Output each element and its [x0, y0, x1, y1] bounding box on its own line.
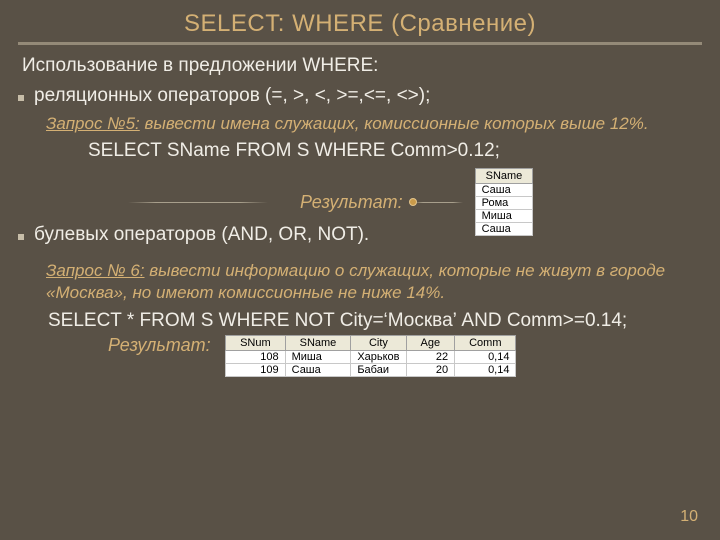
intro-text: Использование в предложении WHERE: [18, 55, 702, 77]
sql-query-1: SELECT SName FROM S WHERE Comm>0.12; [88, 140, 702, 162]
t1-cell: Миша [475, 210, 533, 223]
title-divider [18, 42, 702, 45]
bullet-icon [18, 234, 24, 240]
t2-c: 109 [226, 363, 286, 376]
bullet-icon [18, 95, 24, 101]
page-number: 10 [680, 508, 698, 526]
bullet-text: реляционных операторов (=, >, <, >=,<=, … [34, 85, 430, 107]
bullet-boolean: булевых операторов (AND, OR, NOT). [18, 224, 702, 246]
query6-label: Запрос № 6: [46, 261, 145, 280]
t2-c: Бабаи [351, 363, 406, 376]
t2-c: Саша [285, 363, 351, 376]
t1-cell: Саша [475, 184, 533, 197]
t2-c: 0,14 [455, 350, 516, 363]
t1-cell: Рома [475, 197, 533, 210]
t1-cell: Саша [475, 223, 533, 236]
query5-desc: Запрос №5: вывести имена служащих, комис… [46, 113, 702, 134]
table-row: 108 Миша Харьков 22 0,14 [226, 350, 516, 363]
query6-desc: Запрос № 6: вывести информацию о служащи… [46, 260, 702, 303]
t2-h: Age [406, 335, 455, 350]
table-row: 109 Саша Бабаи 20 0,14 [226, 363, 516, 376]
bullet-text: булевых операторов (AND, OR, NOT). [34, 224, 369, 246]
query5-label: Запрос №5: [46, 114, 140, 133]
result-dot-icon [409, 198, 417, 206]
sql-query-2: SELECT * FROM S WHERE NOT City=‘Москва’ … [48, 309, 702, 333]
t2-h: SName [285, 335, 351, 350]
t2-h: City [351, 335, 406, 350]
page-title: SELECT: WHERE (Сравнение) [18, 10, 702, 38]
result-label-1: Результат: [300, 192, 403, 213]
t2-h: Comm [455, 335, 516, 350]
t2-c: 0,14 [455, 363, 516, 376]
result-label-2: Результат: [108, 335, 211, 356]
t2-c: 108 [226, 350, 286, 363]
t1-header: SName [475, 169, 533, 184]
result-table-1: SName Саша Рома Миша Саша [475, 168, 534, 236]
t2-c: Харьков [351, 350, 406, 363]
t2-c: Миша [285, 350, 351, 363]
result-table-2: SNum SName City Age Comm 108 Миша Харько… [225, 335, 516, 377]
query5-text: вывести имена служащих, комиссионные кот… [140, 114, 649, 133]
t2-c: 20 [406, 363, 455, 376]
bullet-relational: реляционных операторов (=, >, <, >=,<=, … [18, 85, 702, 107]
t2-h: SNum [226, 335, 286, 350]
t2-c: 22 [406, 350, 455, 363]
